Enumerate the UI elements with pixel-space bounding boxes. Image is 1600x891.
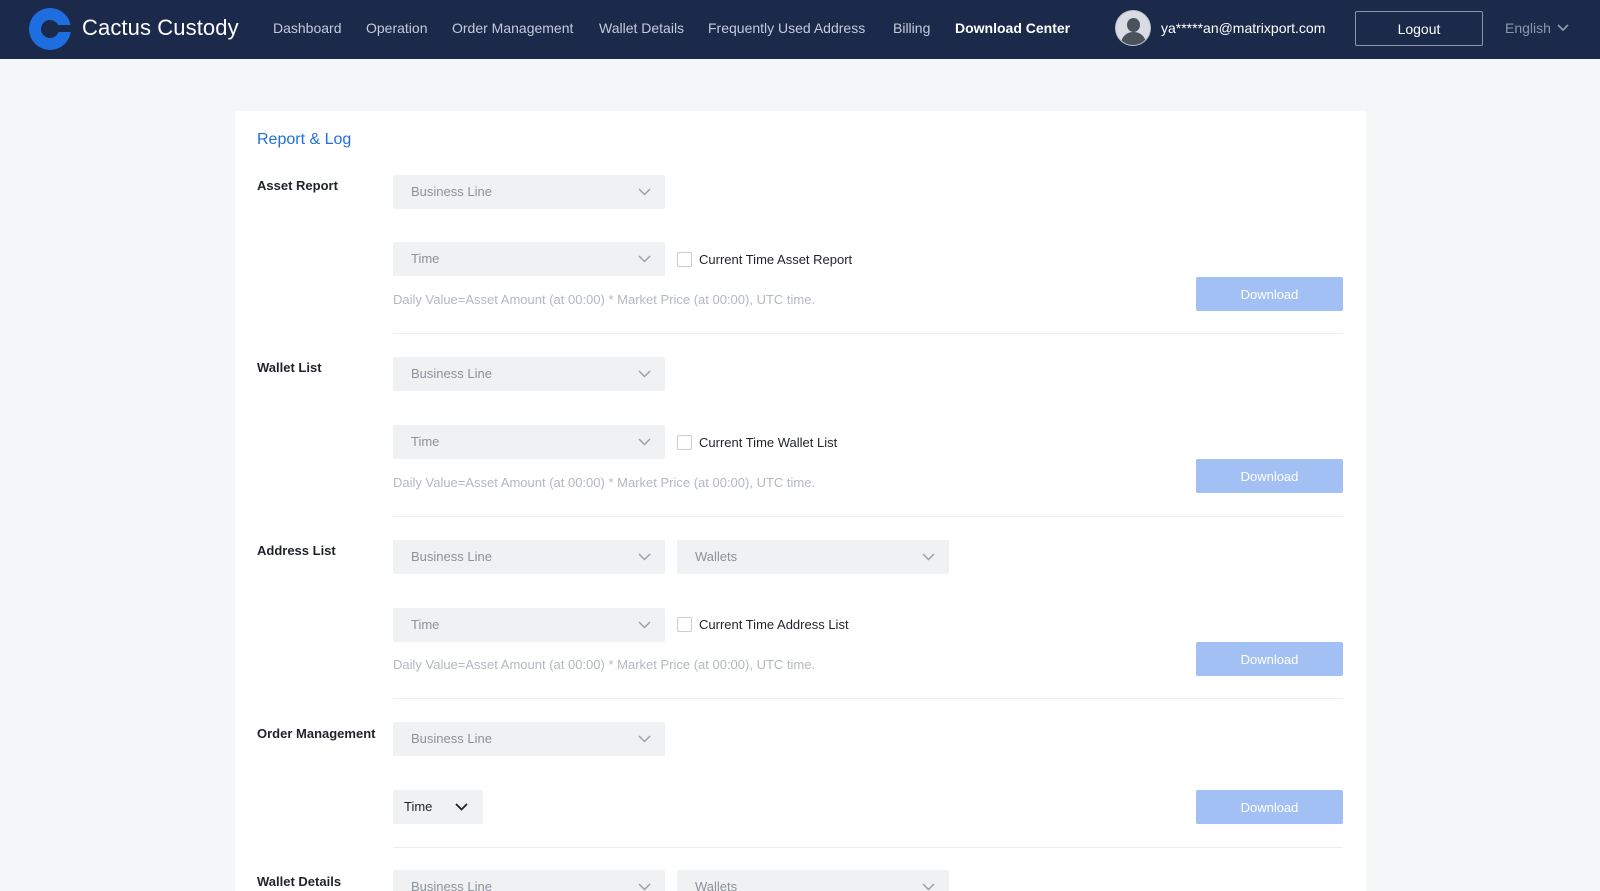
select-placeholder: Business Line — [411, 879, 492, 891]
current-time-wallet-list-checkbox[interactable] — [677, 435, 692, 450]
select-placeholder: Time — [411, 434, 440, 449]
select-placeholder: Business Line — [411, 366, 492, 381]
logout-button[interactable]: Logout — [1355, 11, 1483, 46]
select-placeholder: Business Line — [411, 184, 492, 199]
current-time-asset-report-label[interactable]: Current Time Asset Report — [699, 252, 852, 267]
current-time-wallet-list-label[interactable]: Current Time Wallet List — [699, 435, 837, 450]
order-management-time-select[interactable]: Time — [393, 790, 483, 824]
user-avatar[interactable] — [1115, 10, 1151, 46]
address-list-download-button[interactable]: Download — [1196, 642, 1343, 676]
chevron-down-icon — [638, 883, 651, 891]
current-time-address-list-label[interactable]: Current Time Address List — [699, 617, 849, 632]
wallet-list-time-select[interactable]: Time — [393, 425, 665, 459]
chevron-down-icon — [638, 255, 651, 263]
section-divider — [393, 333, 1343, 334]
asset-report-time-select[interactable]: Time — [393, 242, 665, 276]
wallet-list-download-button[interactable]: Download — [1196, 459, 1343, 493]
chevron-down-icon — [922, 553, 935, 561]
nav-frequently-used-address[interactable]: Frequently Used Address — [708, 20, 865, 36]
select-placeholder: Business Line — [411, 549, 492, 564]
chevron-down-icon — [455, 803, 468, 811]
user-email: ya*****an@matrixport.com — [1161, 20, 1326, 36]
chevron-down-icon — [638, 735, 651, 743]
wallet-details-business-line-select[interactable]: Business Line — [393, 870, 665, 891]
select-placeholder: Business Line — [411, 731, 492, 746]
chevron-down-icon — [922, 883, 935, 891]
chevron-down-icon — [638, 553, 651, 561]
nav-billing[interactable]: Billing — [893, 20, 930, 36]
wallet-list-hint: Daily Value=Asset Amount (at 00:00) * Ma… — [393, 475, 816, 490]
report-log-card: Report & Log Asset Report Business Line … — [235, 111, 1366, 891]
section-divider — [393, 847, 1343, 848]
section-divider — [393, 516, 1343, 517]
address-list-time-select[interactable]: Time — [393, 608, 665, 642]
current-time-asset-report-checkbox[interactable] — [677, 252, 692, 267]
chevron-down-icon — [638, 621, 651, 629]
nav-dashboard[interactable]: Dashboard — [273, 20, 342, 36]
address-list-business-line-select[interactable]: Business Line — [393, 540, 665, 574]
language-selector[interactable]: English — [1505, 20, 1551, 36]
brand-name[interactable]: Cactus Custody — [82, 15, 239, 41]
order-management-business-line-select[interactable]: Business Line — [393, 722, 665, 756]
wallet-details-wallets-select[interactable]: Wallets — [677, 870, 949, 891]
chevron-down-icon — [638, 370, 651, 378]
asset-report-download-button[interactable]: Download — [1196, 277, 1343, 311]
chevron-down-icon[interactable] — [1556, 22, 1570, 34]
address-list-label: Address List — [257, 543, 336, 558]
chevron-down-icon — [638, 438, 651, 446]
nav-operation[interactable]: Operation — [366, 20, 427, 36]
section-divider — [393, 698, 1343, 699]
top-nav-bar: Cactus Custody Dashboard Operation Order… — [0, 0, 1600, 59]
address-list-wallets-select[interactable]: Wallets — [677, 540, 949, 574]
select-placeholder: Wallets — [695, 549, 738, 564]
wallet-list-label: Wallet List — [257, 360, 322, 375]
nav-order-management[interactable]: Order Management — [452, 20, 573, 36]
order-management-label: Order Management — [257, 726, 376, 741]
current-time-address-list-checkbox[interactable] — [677, 617, 692, 632]
asset-report-hint: Daily Value=Asset Amount (at 00:00) * Ma… — [393, 292, 816, 307]
address-list-hint: Daily Value=Asset Amount (at 00:00) * Ma… — [393, 657, 816, 672]
wallet-list-business-line-select[interactable]: Business Line — [393, 357, 665, 391]
nav-wallet-details[interactable]: Wallet Details — [599, 20, 684, 36]
wallet-details-label: Wallet Details — [257, 874, 342, 889]
nav-download-center[interactable]: Download Center — [955, 20, 1070, 36]
select-value: Time — [404, 799, 433, 814]
asset-report-business-line-select[interactable]: Business Line — [393, 175, 665, 209]
select-placeholder: Time — [411, 617, 440, 632]
asset-report-label: Asset Report — [257, 178, 338, 193]
chevron-down-icon — [638, 188, 651, 196]
select-placeholder: Wallets — [695, 879, 738, 891]
cactus-logo-icon[interactable] — [29, 8, 71, 50]
order-management-download-button[interactable]: Download — [1196, 790, 1343, 824]
select-placeholder: Time — [411, 251, 440, 266]
page-title: Report & Log — [257, 131, 352, 148]
